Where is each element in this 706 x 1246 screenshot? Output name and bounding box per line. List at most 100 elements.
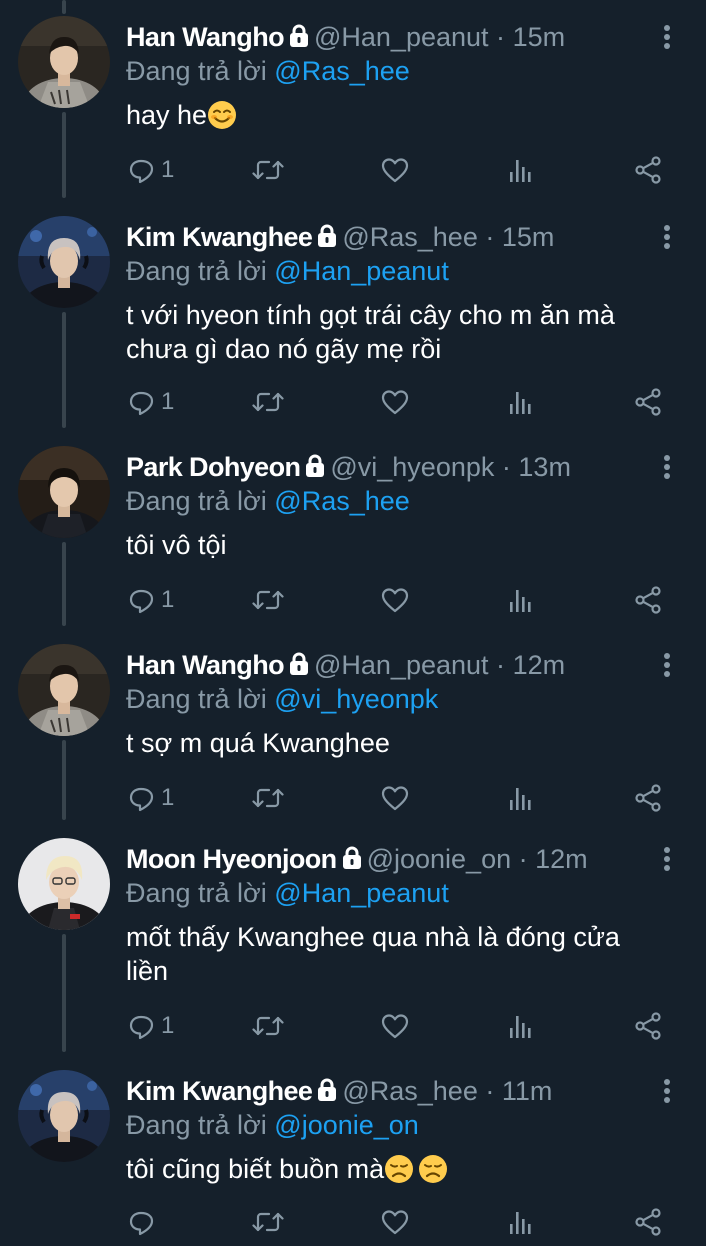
share-button[interactable]: [635, 1006, 661, 1046]
reply-button[interactable]: 1: [128, 580, 174, 620]
reply-button[interactable]: [128, 1202, 161, 1242]
more-options-icon[interactable]: [660, 846, 674, 872]
replying-to-link[interactable]: @Ras_hee: [274, 486, 410, 516]
username[interactable]: @Ras_hee: [342, 1076, 478, 1106]
analytics-button[interactable]: [509, 580, 532, 620]
more-options-icon[interactable]: [660, 652, 674, 678]
retweet-button[interactable]: [252, 778, 284, 818]
replying-to-link[interactable]: @Han_peanut: [274, 256, 449, 286]
like-button[interactable]: [381, 580, 409, 620]
more-options-icon[interactable]: [660, 1078, 674, 1104]
timestamp[interactable]: 12m: [535, 844, 588, 874]
replying-to-link[interactable]: @joonie_on: [274, 1110, 419, 1140]
replying-to-label: Đang trả lời: [126, 56, 267, 86]
reply-button[interactable]: 1: [128, 778, 174, 818]
analytics-button[interactable]: [509, 382, 532, 422]
retweet-button[interactable]: [252, 1202, 284, 1242]
kim-kwanghee-avatar: [18, 1070, 110, 1162]
analytics-icon: [510, 589, 531, 612]
share-button[interactable]: [635, 1202, 661, 1242]
username[interactable]: @Han_peanut: [314, 650, 489, 680]
more-options-icon[interactable]: [660, 454, 674, 480]
username[interactable]: @Han_peanut: [314, 22, 489, 52]
reply-button[interactable]: 1: [128, 382, 174, 422]
like-button[interactable]: [381, 150, 409, 190]
replying-to-link[interactable]: @Han_peanut: [274, 878, 449, 908]
like-icon: [381, 1209, 409, 1234]
tweet-actions: [0, 1202, 706, 1242]
retweet-button[interactable]: [252, 580, 284, 620]
tweet[interactable]: Han Wangho @Han_peanut · 15m Đang trả lời …: [0, 0, 706, 194]
avatar[interactable]: [18, 16, 110, 108]
display-name[interactable]: Moon Hyeonjoon: [126, 844, 337, 874]
avatar[interactable]: [18, 644, 110, 736]
timestamp[interactable]: 15m: [513, 22, 566, 52]
timestamp[interactable]: 13m: [518, 452, 571, 482]
more-options-icon[interactable]: [660, 24, 674, 50]
replying-to-link[interactable]: @vi_hyeonpk: [274, 684, 438, 714]
display-name[interactable]: Han Wangho: [126, 22, 285, 52]
smiling-face-icon: [207, 100, 237, 130]
analytics-button[interactable]: [509, 1202, 532, 1242]
retweet-button[interactable]: [252, 150, 284, 190]
replying-to-label: Đang trả lời: [126, 256, 267, 286]
han-wangho-avatar: [18, 16, 110, 108]
reply-button[interactable]: 1: [128, 1006, 174, 1046]
avatar[interactable]: [18, 446, 110, 538]
more-options-icon[interactable]: [660, 224, 674, 250]
replying-to-label: Đang trả lời: [126, 878, 267, 908]
replying-to-label: Đang trả lời: [126, 486, 267, 516]
analytics-button[interactable]: [509, 150, 532, 190]
share-button[interactable]: [635, 580, 661, 620]
tweet[interactable]: Moon Hyeonjoon @joonie_on · 12m Đang trả l…: [0, 822, 706, 1050]
retweet-button[interactable]: [252, 1006, 284, 1046]
lock-icon: [288, 650, 310, 684]
retweet-button[interactable]: [252, 382, 284, 422]
analytics-button[interactable]: [509, 778, 532, 818]
username[interactable]: @vi_hyeonpk: [330, 452, 494, 482]
share-button[interactable]: [635, 778, 661, 818]
share-icon: [635, 1012, 661, 1040]
avatar[interactable]: [18, 216, 110, 308]
tweet-header: Kim Kwanghee @Ras_hee · 15m: [126, 220, 554, 254]
username[interactable]: @Ras_hee: [342, 222, 478, 252]
like-button[interactable]: [381, 778, 409, 818]
username[interactable]: @joonie_on: [367, 844, 512, 874]
retweet-icon: [252, 590, 284, 610]
replying-to: Đang trả lời @joonie_on: [126, 1108, 419, 1142]
reply-count: 1: [161, 586, 175, 613]
replying-to: Đang trả lời @Han_peanut: [126, 876, 449, 910]
like-button[interactable]: [381, 382, 409, 422]
display-name[interactable]: Kim Kwanghee: [126, 222, 313, 252]
park-dohyeon-avatar: [18, 446, 110, 538]
display-name[interactable]: Han Wangho: [126, 650, 285, 680]
display-name[interactable]: Kim Kwanghee: [126, 1076, 313, 1106]
tweet[interactable]: Han Wangho @Han_peanut · 12m Đang trả lời …: [0, 628, 706, 822]
tweet[interactable]: Park Dohyeon @vi_hyeonpk · 13m Đang trả lờ…: [0, 430, 706, 624]
analytics-button[interactable]: [509, 1006, 532, 1046]
like-icon: [381, 157, 409, 182]
tweet-text: mốt thấy Kwanghee qua nhà là đóng cửa li…: [126, 920, 666, 988]
like-button[interactable]: [381, 1006, 409, 1046]
analytics-icon: [510, 1211, 531, 1234]
tweet-text: t với hyeon tính gọt trái cây cho m ăn m…: [126, 298, 666, 366]
timestamp[interactable]: 11m: [502, 1076, 553, 1106]
share-button[interactable]: [635, 150, 661, 190]
timestamp[interactable]: 12m: [513, 650, 566, 680]
replying-to-link[interactable]: @Ras_hee: [274, 56, 410, 86]
tweet-actions: 1: [0, 1006, 706, 1046]
reply-button[interactable]: 1: [128, 150, 174, 190]
like-icon: [381, 1013, 409, 1038]
display-name[interactable]: Park Dohyeon: [126, 452, 301, 482]
tweet[interactable]: Kim Kwanghee @Ras_hee · 11m Đang trả lời @…: [0, 1054, 706, 1246]
share-button[interactable]: [635, 382, 661, 422]
retweet-icon: [252, 392, 284, 412]
sad-face-icon: [384, 1154, 414, 1184]
lock-icon: [304, 452, 326, 486]
replying-to: Đang trả lời @Han_peanut: [126, 254, 449, 288]
tweet[interactable]: Kim Kwanghee @Ras_hee · 15m Đang trả lời @…: [0, 200, 706, 426]
like-button[interactable]: [381, 1202, 409, 1242]
avatar[interactable]: [18, 838, 110, 930]
avatar[interactable]: [18, 1070, 110, 1162]
timestamp[interactable]: 15m: [502, 222, 555, 252]
